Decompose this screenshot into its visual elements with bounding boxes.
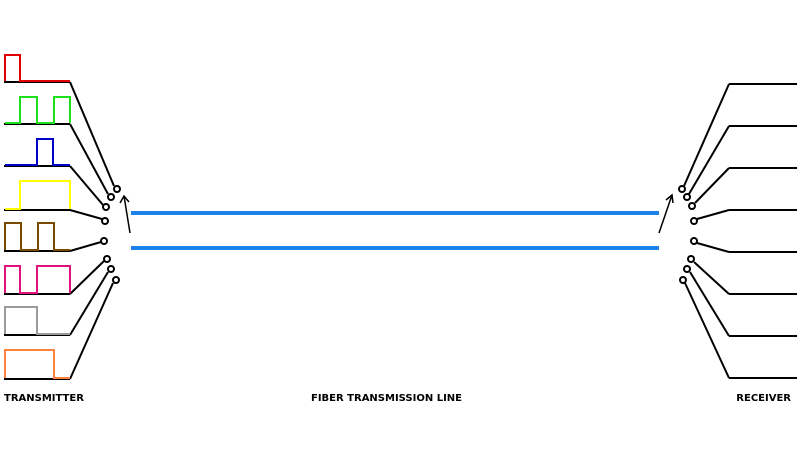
signal-waveform-8 <box>4 349 70 379</box>
signal-waveform-3 <box>5 138 70 166</box>
tx-terminal-4 <box>101 217 109 225</box>
tx-terminal-1 <box>113 185 121 193</box>
tx-wire-4 <box>69 209 103 220</box>
tx-terminal-8 <box>112 276 120 284</box>
signal-waveform-6 <box>4 265 71 294</box>
rx-terminal-7 <box>683 265 691 273</box>
tx-wire-7 <box>69 271 109 336</box>
signal-waveform-5 <box>4 222 70 251</box>
fiber-cable <box>131 211 659 250</box>
signal-waveform-2 <box>5 96 71 124</box>
signal-waveforms <box>4 54 71 379</box>
rx-terminal-1 <box>678 185 686 193</box>
rx-terminal-6 <box>687 255 695 263</box>
rx-terminal-8 <box>679 276 687 284</box>
rx-terminal-5 <box>690 237 698 245</box>
tx-terminal-3 <box>102 203 110 211</box>
receiver-label: RECEIVER <box>736 393 791 404</box>
tx-terminal-2 <box>107 193 115 201</box>
tx-wire-3 <box>69 165 104 206</box>
rx-wire-1 <box>683 83 730 187</box>
tx-terminal-6 <box>103 255 111 263</box>
tx-wire-8 <box>69 282 114 380</box>
fiber-transmission-line-label: FIBER TRANSMISSION LINE <box>310 393 462 404</box>
signal-waveform-1 <box>4 54 70 82</box>
signal-waveform-7 <box>4 306 70 335</box>
tx-terminal-7 <box>107 265 115 273</box>
rx-selector-arrow <box>658 194 673 234</box>
rx-wire-6 <box>693 261 730 295</box>
rx-wire-7 <box>689 271 730 337</box>
tx-wire-5 <box>69 241 102 252</box>
rx-wire-8 <box>684 282 730 379</box>
tx-wire-6 <box>69 260 105 295</box>
rx-terminal-4 <box>690 217 698 225</box>
tx-terminal-5 <box>100 237 108 245</box>
rx-terminal-2 <box>683 193 691 201</box>
receiver-side <box>658 83 797 379</box>
signal-waveform-4 <box>5 180 71 210</box>
rx-wire-4 <box>696 209 730 220</box>
tx-wire-1 <box>69 81 115 187</box>
fiber-multiplexing-diagram <box>4 54 797 380</box>
rx-wire-5 <box>696 242 730 253</box>
rx-terminal-3 <box>688 202 696 210</box>
